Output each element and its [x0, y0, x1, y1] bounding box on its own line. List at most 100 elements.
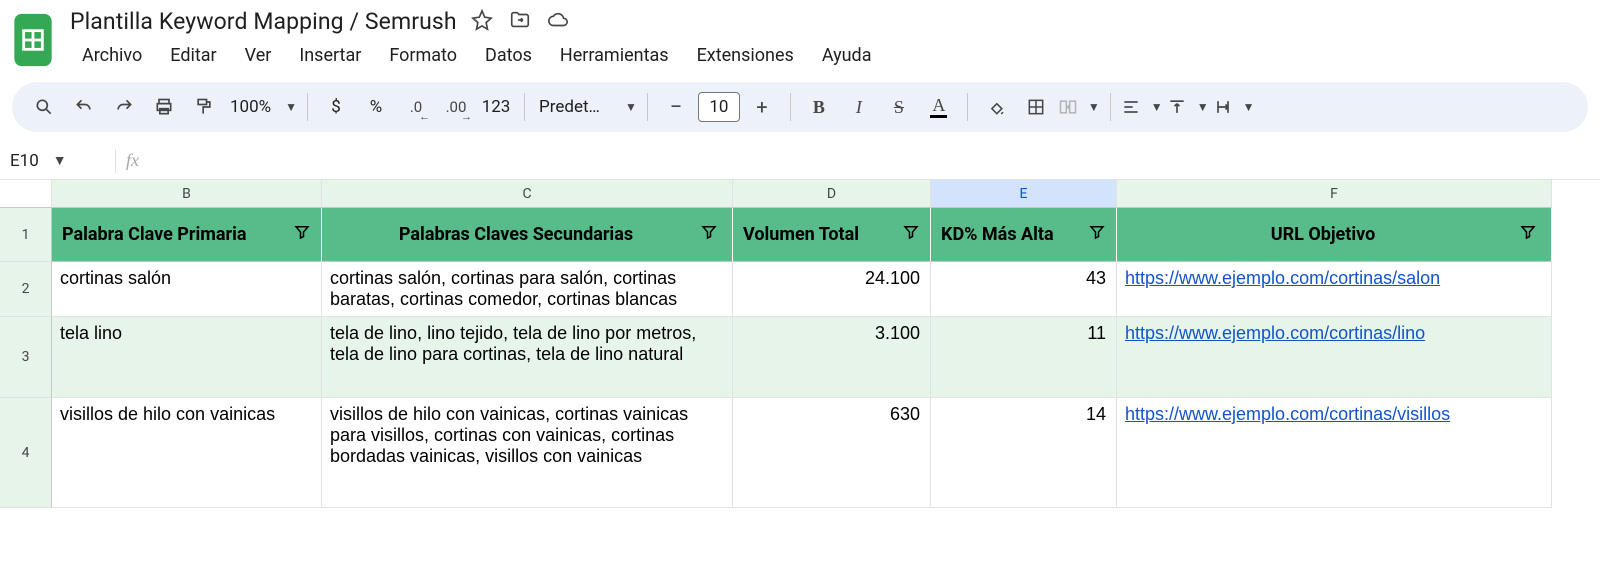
header-secondary-keywords[interactable]: Palabras Claves Secundarias — [322, 208, 733, 262]
menu-herramientas[interactable]: Herramientas — [548, 41, 681, 70]
bold-button[interactable]: B — [801, 89, 837, 125]
separator — [967, 93, 968, 121]
table-header-row: Palabra Clave Primaria Palabras Claves S… — [52, 208, 1552, 262]
table-row: tela lino tela de lino, lino tejido, tel… — [52, 317, 1552, 398]
header-label: Palabra Clave Primaria — [62, 224, 293, 245]
menu-editar[interactable]: Editar — [158, 41, 228, 70]
column-header-c[interactable]: C — [322, 180, 733, 208]
column-header-b[interactable]: B — [52, 180, 322, 208]
currency-button[interactable]: $ — [318, 89, 354, 125]
sheets-logo[interactable] — [12, 12, 54, 68]
font-family-dropdown[interactable]: Predet… ▼ — [535, 97, 637, 117]
header-primary-keyword[interactable]: Palabra Clave Primaria — [52, 208, 322, 262]
move-folder-icon[interactable] — [509, 9, 531, 35]
name-box-value: E10 — [10, 151, 39, 171]
menu-archivo[interactable]: Archivo — [70, 41, 154, 70]
header-label: Palabras Claves Secundarias — [332, 224, 700, 245]
print-icon[interactable] — [146, 89, 182, 125]
url-link[interactable]: https://www.ejemplo.com/cortinas/salon — [1125, 268, 1440, 288]
cell-d3[interactable]: 3.100 — [733, 317, 931, 398]
table-row: cortinas salón cortinas salón, cortinas … — [52, 262, 1552, 317]
cell-f3[interactable]: https://www.ejemplo.com/cortinas/lino — [1117, 317, 1552, 398]
row-header-1[interactable]: 1 — [0, 208, 52, 262]
chevron-down-icon: ▼ — [1243, 100, 1255, 114]
number-format-button[interactable]: 123 — [478, 89, 514, 125]
row-header-4[interactable]: 4 — [0, 398, 52, 508]
header-total-volume[interactable]: Volumen Total — [733, 208, 931, 262]
decrease-decimal-button[interactable]: .0← — [398, 89, 434, 125]
borders-button[interactable] — [1018, 89, 1054, 125]
url-link[interactable]: https://www.ejemplo.com/cortinas/visillo… — [1125, 404, 1450, 424]
menu-datos[interactable]: Datos — [473, 41, 544, 70]
search-menus-icon[interactable] — [26, 89, 62, 125]
menu-insertar[interactable]: Insertar — [287, 41, 373, 70]
cell-e3[interactable]: 11 — [931, 317, 1117, 398]
cell-d2[interactable]: 24.100 — [733, 262, 931, 317]
cell-f2[interactable]: https://www.ejemplo.com/cortinas/salon — [1117, 262, 1552, 317]
zoom-value: 100% — [226, 97, 275, 117]
text-wrap-dropdown[interactable]: ▼ — [1213, 97, 1255, 117]
separator — [115, 149, 116, 173]
cell-c3[interactable]: tela de lino, lino tejido, tela de lino … — [322, 317, 733, 398]
increase-decimal-button[interactable]: .00→ — [438, 89, 474, 125]
italic-button[interactable]: I — [841, 89, 877, 125]
row-header-2[interactable]: 2 — [0, 262, 52, 317]
menu-ayuda[interactable]: Ayuda — [810, 41, 884, 70]
percent-button[interactable]: % — [358, 89, 394, 125]
menu-formato[interactable]: Formato — [377, 41, 469, 70]
cell-b3[interactable]: tela lino — [52, 317, 322, 398]
decrease-font-size-button[interactable]: − — [658, 89, 694, 125]
cell-e2[interactable]: 43 — [931, 262, 1117, 317]
filter-icon[interactable] — [902, 223, 920, 246]
header-target-url[interactable]: URL Objetivo — [1117, 208, 1552, 262]
cell-b4[interactable]: visillos de hilo con vainicas — [52, 398, 322, 508]
paint-format-icon[interactable] — [186, 89, 222, 125]
document-title[interactable]: Plantilla Keyword Mapping / Semrush — [70, 8, 457, 35]
text-color-button[interactable]: A — [921, 89, 957, 125]
fill-color-button[interactable] — [978, 89, 1014, 125]
column-header-f[interactable]: F — [1117, 180, 1552, 208]
chevron-down-icon: ▼ — [53, 152, 67, 169]
font-size-input[interactable]: 10 — [698, 92, 740, 122]
horizontal-align-dropdown[interactable]: ▼ — [1121, 97, 1163, 117]
menu-extensiones[interactable]: Extensiones — [685, 41, 806, 70]
zoom-dropdown[interactable]: 100% ▼ — [226, 97, 297, 117]
cell-e4[interactable]: 14 — [931, 398, 1117, 508]
merge-cells-dropdown[interactable]: ▼ — [1058, 97, 1100, 117]
increase-font-size-button[interactable]: + — [744, 89, 780, 125]
row-header-3[interactable]: 3 — [0, 317, 52, 398]
filter-icon[interactable] — [293, 223, 311, 246]
column-headers: B C D E F — [0, 180, 1600, 208]
chevron-down-icon: ▼ — [285, 100, 297, 114]
row-headers: 1 2 3 4 — [0, 208, 52, 508]
cell-f4[interactable]: https://www.ejemplo.com/cortinas/visillo… — [1117, 398, 1552, 508]
toolbar: 100% ▼ $ % .0← .00→ 123 Predet… ▼ − 10 +… — [12, 82, 1588, 132]
spreadsheet-grid: B C D E F 1 2 3 4 Palabra Clave Primaria… — [0, 180, 1600, 508]
url-link[interactable]: https://www.ejemplo.com/cortinas/lino — [1125, 323, 1425, 343]
separator — [1110, 93, 1111, 121]
name-box[interactable]: E10 ▼ — [0, 151, 105, 171]
column-header-e[interactable]: E — [931, 180, 1117, 208]
filter-icon[interactable] — [700, 223, 718, 246]
filter-icon[interactable] — [1519, 223, 1537, 246]
header-kd-highest[interactable]: KD% Más Alta — [931, 208, 1117, 262]
redo-icon[interactable] — [106, 89, 142, 125]
strikethrough-button[interactable]: S — [881, 89, 917, 125]
menu-ver[interactable]: Ver — [233, 41, 284, 70]
header-label: URL Objetivo — [1127, 224, 1519, 245]
docs-header: Plantilla Keyword Mapping / Semrush Arch… — [0, 0, 1600, 70]
undo-icon[interactable] — [66, 89, 102, 125]
separator — [524, 93, 525, 121]
select-all-corner[interactable] — [0, 180, 52, 208]
cell-c4[interactable]: visillos de hilo con vainicas, cortinas … — [322, 398, 733, 508]
header-label: KD% Más Alta — [941, 224, 1088, 245]
cloud-status-icon[interactable] — [547, 9, 569, 35]
cell-b2[interactable]: cortinas salón — [52, 262, 322, 317]
filter-icon[interactable] — [1088, 223, 1106, 246]
column-header-d[interactable]: D — [733, 180, 931, 208]
chevron-down-icon: ▼ — [1151, 100, 1163, 114]
star-icon[interactable] — [471, 9, 493, 35]
cell-d4[interactable]: 630 — [733, 398, 931, 508]
vertical-align-dropdown[interactable]: ▼ — [1167, 97, 1209, 117]
cell-c2[interactable]: cortinas salón, cortinas para salón, cor… — [322, 262, 733, 317]
